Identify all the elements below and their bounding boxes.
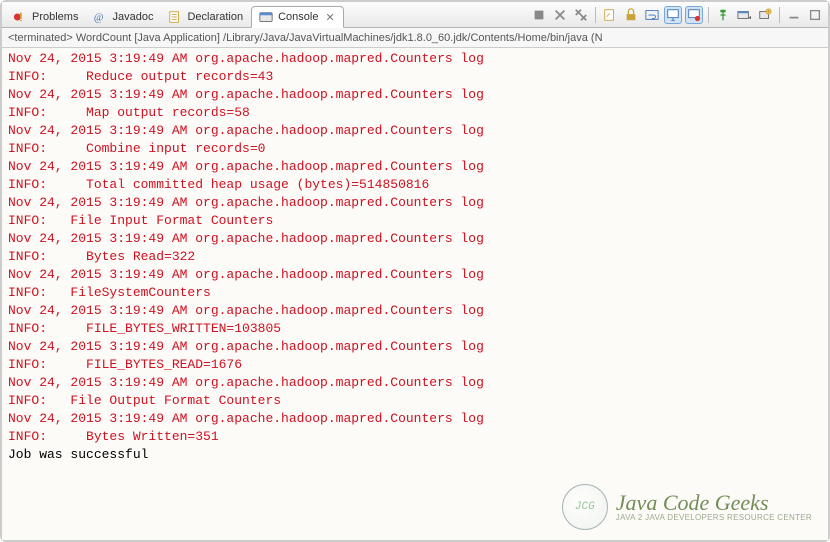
- tab-label: Javadoc: [112, 11, 153, 23]
- console-line: Nov 24, 2015 3:19:49 AM org.apache.hadoo…: [8, 302, 822, 320]
- console-line: INFO: FileSystemCounters: [8, 284, 822, 302]
- maximize-view-button[interactable]: [806, 6, 824, 24]
- console-line: Job was successful: [8, 446, 822, 464]
- console-line: INFO: Total committed heap usage (bytes)…: [8, 176, 822, 194]
- console-line: Nov 24, 2015 3:19:49 AM org.apache.hadoo…: [8, 122, 822, 140]
- console-line: INFO: File Input Format Counters: [8, 212, 822, 230]
- console-line: INFO: Map output records=58: [8, 104, 822, 122]
- clear-console-button[interactable]: [601, 6, 619, 24]
- console-line: INFO: FILE_BYTES_WRITTEN=103805: [8, 320, 822, 338]
- separator: [779, 7, 780, 23]
- close-icon[interactable]: ✕: [325, 11, 334, 24]
- javadoc-icon: @: [92, 9, 108, 25]
- pin-console-button[interactable]: [714, 6, 732, 24]
- console-line: Nov 24, 2015 3:19:49 AM org.apache.hadoo…: [8, 338, 822, 356]
- console-line: INFO: Reduce output records=43: [8, 68, 822, 86]
- console-toolbar: [530, 6, 824, 24]
- show-on-output-button[interactable]: [664, 6, 682, 24]
- tab-label: Problems: [32, 11, 78, 23]
- watermark: JCG Java Code Geeks JAVA 2 JAVA DEVELOPE…: [562, 484, 812, 530]
- minimize-view-button[interactable]: [785, 6, 803, 24]
- view-tabs: Problems @ Javadoc Declaration Console ✕: [6, 2, 344, 27]
- launch-status-text: <terminated> WordCount [Java Application…: [8, 32, 603, 44]
- tab-label: Declaration: [187, 11, 243, 23]
- console-line: Nov 24, 2015 3:19:49 AM org.apache.hadoo…: [8, 266, 822, 284]
- console-line: INFO: Combine input records=0: [8, 140, 822, 158]
- tab-javadoc[interactable]: @ Javadoc: [86, 6, 161, 28]
- watermark-tagline: JAVA 2 JAVA DEVELOPERS RESOURCE CENTER: [616, 514, 812, 522]
- console-line: INFO: Bytes Written=351: [8, 428, 822, 446]
- scroll-lock-button[interactable]: [622, 6, 640, 24]
- console-line: INFO: Bytes Read=322: [8, 248, 822, 266]
- console-line: Nov 24, 2015 3:19:49 AM org.apache.hadoo…: [8, 194, 822, 212]
- svg-text:@: @: [94, 13, 104, 24]
- terminate-button[interactable]: [530, 6, 548, 24]
- tab-problems[interactable]: Problems: [6, 6, 86, 28]
- console-line: INFO: FILE_BYTES_READ=1676: [8, 356, 822, 374]
- remove-all-button[interactable]: [572, 6, 590, 24]
- tab-label: Console: [278, 11, 318, 23]
- remove-launch-button[interactable]: [551, 6, 569, 24]
- word-wrap-button[interactable]: [643, 6, 661, 24]
- launch-status-line: <terminated> WordCount [Java Application…: [2, 28, 828, 48]
- console-line: INFO: File Output Format Counters: [8, 392, 822, 410]
- console-line: Nov 24, 2015 3:19:49 AM org.apache.hadoo…: [8, 230, 822, 248]
- display-selected-console-button[interactable]: [735, 6, 753, 24]
- tab-declaration[interactable]: Declaration: [161, 6, 251, 28]
- console-line: Nov 24, 2015 3:19:49 AM org.apache.hadoo…: [8, 50, 822, 68]
- separator: [595, 7, 596, 23]
- console-output[interactable]: Nov 24, 2015 3:19:49 AM org.apache.hadoo…: [2, 48, 828, 540]
- view-toolbar: Problems @ Javadoc Declaration Console ✕: [2, 2, 828, 28]
- tab-console[interactable]: Console ✕: [251, 6, 344, 28]
- console-line: Nov 24, 2015 3:19:49 AM org.apache.hadoo…: [8, 86, 822, 104]
- separator: [708, 7, 709, 23]
- declaration-icon: [167, 9, 183, 25]
- console-line: Nov 24, 2015 3:19:49 AM org.apache.hadoo…: [8, 374, 822, 392]
- open-console-button[interactable]: [756, 6, 774, 24]
- console-icon: [258, 9, 274, 25]
- problems-icon: [12, 9, 28, 25]
- console-line: Nov 24, 2015 3:19:49 AM org.apache.hadoo…: [8, 158, 822, 176]
- watermark-logo: JCG: [562, 484, 608, 530]
- console-line: Nov 24, 2015 3:19:49 AM org.apache.hadoo…: [8, 410, 822, 428]
- watermark-brand: Java Code Geeks: [616, 491, 812, 514]
- show-on-error-button[interactable]: [685, 6, 703, 24]
